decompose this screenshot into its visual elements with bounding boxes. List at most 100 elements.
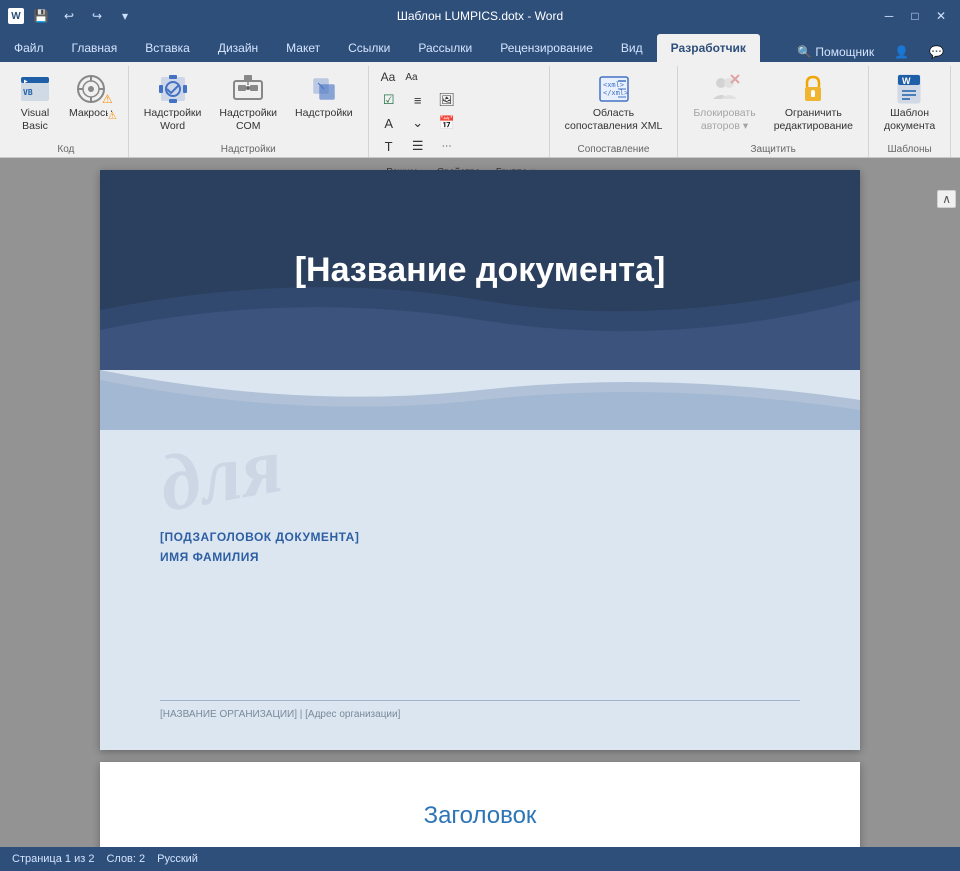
templates-group-label: Шаблоны [877, 142, 942, 157]
cover-subtitle[interactable]: [ПОДЗАГОЛОВОК ДОКУМЕНТА] [160, 530, 800, 544]
ribbon-right-area: 🔍 Помощник 👤 💬 [789, 42, 960, 62]
com-addins-label: НадстройкиCOM [219, 107, 277, 132]
addins-label: Надстройки [295, 107, 353, 120]
title-bar-left: W 💾 ↩ ↪ ▾ [8, 7, 136, 25]
comments-icon[interactable]: 💬 [921, 42, 952, 62]
tab-file[interactable]: Файл [0, 34, 58, 62]
svg-text:<xml>: <xml> [603, 81, 624, 89]
ribbon-group-templates: W Шаблондокумента Шаблоны [869, 66, 951, 157]
document-title[interactable]: [Название документа] [255, 251, 706, 290]
undo-button[interactable]: ↩ [58, 7, 80, 25]
tab-home[interactable]: Главная [58, 34, 132, 62]
addins-group-label: Надстройки [137, 142, 360, 157]
window-title: Шаблон LUMPICS.dotx - Word [397, 9, 563, 23]
tab-references[interactable]: Ссылки [334, 34, 404, 62]
com-addins-icon [232, 73, 264, 105]
tab-mailings[interactable]: Рассылки [404, 34, 486, 62]
more-controls-button[interactable]: ⋯ [435, 135, 459, 157]
svg-text:▶: ▶ [24, 78, 28, 85]
word-count-status: Слов: 2 [106, 853, 145, 865]
tab-developer[interactable]: Разработчик [657, 34, 760, 62]
mapping-group-label: Сопоставление [558, 142, 670, 157]
cover-body: для [ПОДЗАГОЛОВОК ДОКУМЕНТА] ИМЯ ФАМИЛИЯ… [100, 370, 860, 750]
ribbon-group-addins: НадстройкиWord НадстройкиCOM [129, 66, 369, 157]
ribbon-content: ▶ VB VisualBasic [0, 62, 960, 158]
document-page-2: Заголовок [100, 762, 860, 847]
title-bar: W 💾 ↩ ↪ ▾ Шаблон LUMPICS.dotx - Word ─ □… [0, 0, 960, 32]
word-addins-label: НадстройкиWord [144, 107, 202, 132]
word-app-icon: W [8, 8, 24, 24]
ribbon-collapse-button[interactable]: ∧ [937, 190, 956, 208]
word-addins-button[interactable]: НадстройкиWord [137, 68, 209, 137]
date-control-button[interactable]: 📅 [435, 112, 459, 134]
tab-insert[interactable]: Вставка [131, 34, 204, 62]
addins-button[interactable]: Надстройки [288, 68, 360, 125]
ribbon-group-addins-content: НадстройкиWord НадстройкиCOM [137, 68, 360, 142]
font-size-aa-big[interactable]: Aa [377, 68, 400, 86]
checkbox-control-button[interactable]: ☑ [377, 89, 401, 111]
ribbon-group-mapping: <xml> </xml> Областьсопоставления XML Со… [550, 66, 679, 157]
dropdown-control-button[interactable]: ⌄ [406, 112, 430, 134]
listbox-control-button[interactable]: ☰ [406, 135, 430, 157]
xml-mapping-button[interactable]: <xml> </xml> Областьсопоставления XML [558, 68, 670, 137]
language-status: Русский [157, 853, 198, 865]
page-status: Страница 1 из 2 [12, 853, 94, 865]
document-template-label: Шаблондокумента [884, 107, 935, 132]
visual-basic-button[interactable]: ▶ VB VisualBasic [12, 68, 58, 137]
code-group-label: Код [12, 142, 120, 157]
visual-basic-label: VisualBasic [21, 107, 49, 132]
plaintext-control-button[interactable]: T [377, 135, 401, 157]
content-heading[interactable]: Заголовок [424, 802, 537, 830]
svg-text:</xml>: </xml> [603, 89, 628, 97]
document-template-icon: W [894, 73, 926, 105]
combo-control-button[interactable]: ≡ [406, 89, 430, 111]
cover-watermark: для [153, 420, 289, 531]
minimize-button[interactable]: ─ [878, 7, 900, 25]
close-button[interactable]: ✕ [930, 7, 952, 25]
com-addins-button[interactable]: НадстройкиCOM [212, 68, 284, 137]
ribbon-tabs: Файл Главная Вставка Дизайн Макет Ссылки… [0, 32, 960, 62]
tab-design[interactable]: Дизайн [204, 34, 272, 62]
ribbon-group-protect: Блокироватьавторов ▾ Ограничитьредактиро… [678, 66, 869, 157]
block-authors-button[interactable]: Блокироватьавторов ▾ [686, 68, 762, 137]
macros-label: Макросы [69, 107, 113, 120]
svg-text:VB: VB [23, 88, 33, 97]
help-tab[interactable]: 🔍 Помощник [789, 42, 882, 62]
redo-button[interactable]: ↪ [86, 7, 108, 25]
user-icon[interactable]: 👤 [886, 42, 917, 62]
maximize-button[interactable]: □ [904, 7, 926, 25]
richtext-control-button[interactable]: A [377, 112, 401, 134]
visual-basic-icon: ▶ VB [19, 73, 51, 105]
font-size-aa-small[interactable]: Aa [401, 70, 421, 85]
xml-mapping-icon: <xml> </xml> [598, 73, 630, 105]
word-addins-icon [157, 73, 189, 105]
cover-footer-text[interactable]: [НАЗВАНИЕ ОРГАНИЗАЦИИ] | [Адрес организа… [160, 709, 800, 720]
macros-button[interactable]: Макросы ⚠ [62, 68, 120, 125]
cover-header: [Название документа] [100, 170, 860, 370]
cover-footer: [НАЗВАНИЕ ОРГАНИЗАЦИИ] | [Адрес организа… [160, 700, 800, 720]
tab-layout[interactable]: Макет [272, 34, 334, 62]
status-bar: Страница 1 из 2 Слов: 2 Русский [0, 847, 960, 871]
restrict-editing-button[interactable]: Ограничитьредактирование [767, 68, 860, 137]
cover-author[interactable]: ИМЯ ФАМИЛИЯ [160, 550, 800, 564]
tab-review[interactable]: Рецензирование [486, 34, 607, 62]
save-button[interactable]: 💾 [30, 7, 52, 25]
protect-group-label: Защитить [686, 142, 860, 157]
cover-footer-divider [160, 700, 800, 709]
ribbon-group-code: ▶ VB VisualBasic [4, 66, 129, 157]
document-area[interactable]: [Название документа] для [ПОДЗАГОЛОВОК Д… [0, 158, 960, 847]
customize-qat-button[interactable]: ▾ [114, 7, 136, 25]
svg-text:W: W [902, 76, 911, 86]
ribbon-group-mapping-content: <xml> </xml> Областьсопоставления XML [558, 68, 670, 142]
document-template-button[interactable]: W Шаблондокумента [877, 68, 942, 137]
warning-icon: ⚠ [102, 92, 113, 106]
ribbon-group-code-content: ▶ VB VisualBasic [12, 68, 120, 142]
ribbon-group-templates-content: W Шаблондокумента [877, 68, 942, 142]
addins-icon [308, 73, 340, 105]
document-page-1: [Название документа] для [ПОДЗАГОЛОВОК Д… [100, 170, 860, 750]
tab-view[interactable]: Вид [607, 34, 657, 62]
ribbon-group-controls: Aa Aa ☑ ≡ 🖼 A ⌄ 📅 T ☰ ⋯ [369, 66, 550, 157]
block-authors-icon [709, 73, 741, 105]
image-control-button[interactable]: 🖼 [435, 89, 459, 111]
xml-mapping-label: Областьсопоставления XML [565, 107, 663, 132]
